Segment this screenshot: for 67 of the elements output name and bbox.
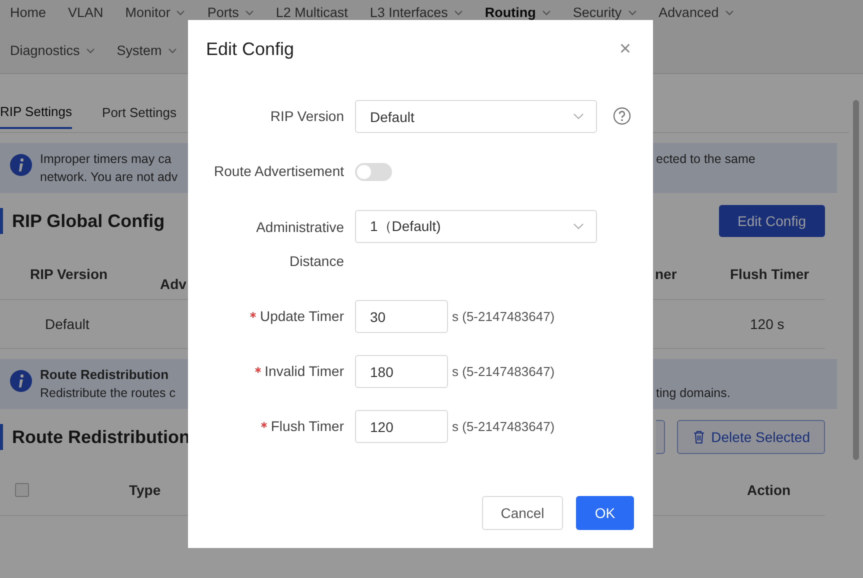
notice-text: Redistribute the routes c (40, 385, 176, 402)
nav-item[interactable]: VLAN (68, 0, 104, 25)
button-edge[interactable] (656, 420, 666, 454)
field-label: Invalid Timer (206, 355, 344, 388)
dialog-title: Edit Config (206, 38, 294, 60)
column-header: ner (655, 266, 678, 282)
toggle-switch[interactable] (355, 163, 392, 181)
column-header: Flush Timer (730, 266, 810, 282)
chevron-icon (86, 48, 95, 54)
tab[interactable]: Port Settings (102, 96, 176, 128)
input-field[interactable]: 180 (355, 355, 448, 388)
column-header: Action (747, 482, 792, 498)
field-label: Administrative Distance (255, 218, 344, 271)
info-icon (10, 370, 32, 392)
nav-item[interactable]: Ports (207, 0, 254, 25)
field-label: Flush Timer (206, 410, 344, 443)
table-cell-text: Default (44, 316, 90, 332)
column-header: RIP Version (29, 266, 109, 282)
nav-item[interactable]: L3 Interfaces (370, 0, 463, 25)
input-field[interactable]: 120 (355, 410, 448, 443)
chevron-icon (244, 10, 254, 16)
nav-item[interactable]: Monitor (125, 0, 186, 25)
range-hint: s (5-2147483647) (452, 418, 555, 436)
trash-icon (692, 430, 706, 444)
cancel-button[interactable]: Cancel (482, 496, 563, 530)
notice-text: ting domains. (656, 385, 732, 402)
notice-title: Route Redistribution (40, 366, 170, 384)
chevron-icon (628, 10, 637, 16)
field-label: Update Timer (206, 300, 344, 333)
chevron-icon (168, 48, 177, 54)
chevron-icon (542, 10, 551, 16)
nav-item[interactable]: Security (572, 0, 637, 25)
close-button[interactable]: × (615, 39, 635, 59)
notice-text: ected to the same (656, 151, 756, 168)
select-all-checkbox[interactable] (15, 483, 29, 497)
scrollbar[interactable] (853, 100, 859, 460)
chevron-icon (724, 10, 734, 16)
range-hint: s (5-2147483647) (452, 363, 555, 381)
nav-item[interactable]: System (116, 38, 177, 63)
column-header: Adv (159, 275, 186, 292)
tab[interactable]: RIP Settings (0, 96, 72, 128)
chevron-icon (176, 10, 186, 16)
nav-item[interactable]: Diagnostics (10, 38, 95, 63)
caret-icon (573, 223, 584, 230)
required-icon (260, 422, 267, 428)
info-icon (10, 154, 32, 176)
range-hint: s (5-2147483647) (452, 308, 555, 326)
edit-config-button[interactable]: Edit Config (718, 205, 825, 237)
caret-icon (573, 113, 584, 120)
input-field[interactable]: 30 (355, 300, 448, 333)
chevron-icon (454, 10, 463, 16)
table-cell-text: 120 s (750, 316, 786, 332)
nav-item[interactable]: Advanced (658, 0, 734, 25)
nav-item[interactable]: L2 Multicast (276, 0, 348, 25)
section-title: RIP Global Config (0, 208, 165, 234)
column-header: Type (129, 482, 162, 498)
select-field[interactable]: Default (355, 100, 597, 133)
required-icon (254, 367, 261, 373)
delete-selected-button[interactable]: Delete Selected (677, 420, 825, 454)
field-label: Route Advertisement (213, 162, 344, 181)
nav-item[interactable]: Home (10, 0, 46, 25)
select-field[interactable]: 1（Default) (355, 210, 597, 243)
field-label: RIP Version (269, 107, 344, 126)
required-icon (250, 312, 256, 318)
notice-text: Improper timers may ca (40, 151, 172, 168)
ok-button[interactable]: OK (576, 496, 634, 530)
nav-item[interactable]: Routing (484, 0, 551, 25)
